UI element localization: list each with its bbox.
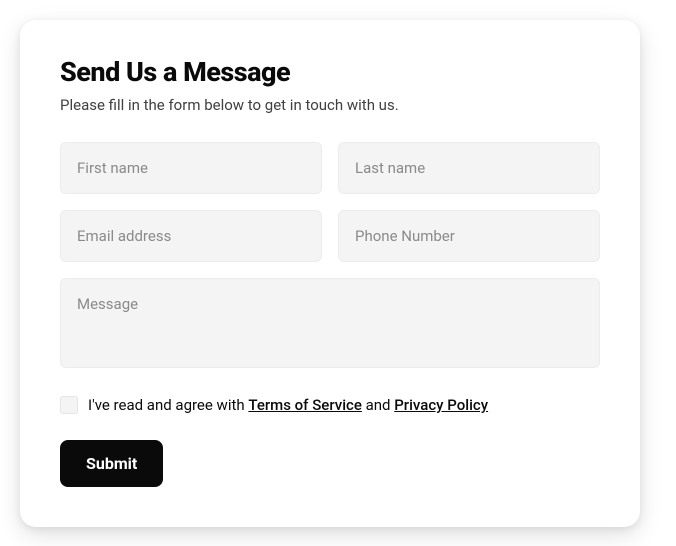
- privacy-policy-link[interactable]: Privacy Policy: [394, 396, 488, 414]
- email-field[interactable]: [60, 210, 322, 262]
- contact-form-card: Send Us a Message Please fill in the for…: [20, 20, 640, 527]
- contact-row: [60, 210, 600, 262]
- submit-button[interactable]: Submit: [60, 440, 163, 487]
- consent-checkbox[interactable]: [60, 396, 78, 414]
- form-heading: Send Us a Message: [60, 56, 600, 88]
- consent-prefix: I've read and agree with: [88, 396, 248, 414]
- message-field[interactable]: [60, 278, 600, 368]
- form-subheading: Please fill in the form below to get in …: [60, 96, 600, 114]
- name-row: [60, 142, 600, 194]
- last-name-field[interactable]: [338, 142, 600, 194]
- consent-middle: and: [362, 396, 394, 414]
- consent-row: I've read and agree with Terms of Servic…: [60, 396, 600, 414]
- terms-of-service-link[interactable]: Terms of Service: [248, 396, 362, 414]
- first-name-field[interactable]: [60, 142, 322, 194]
- phone-field[interactable]: [338, 210, 600, 262]
- consent-text: I've read and agree with Terms of Servic…: [88, 396, 488, 414]
